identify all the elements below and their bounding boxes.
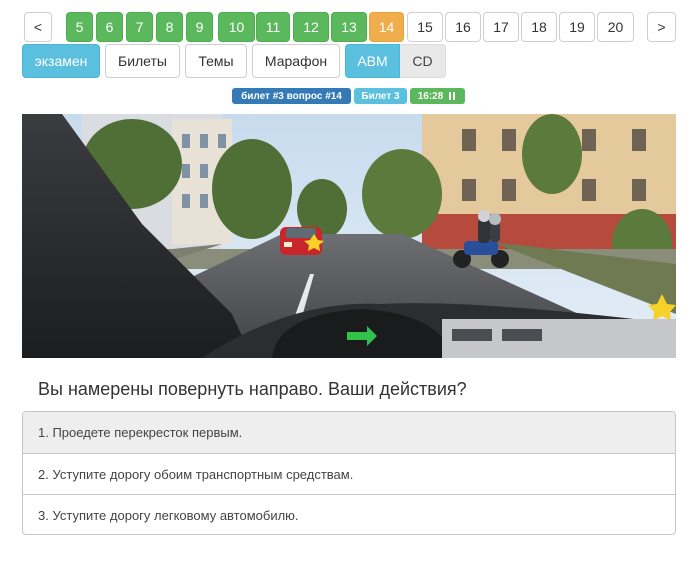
page-button-14-current[interactable]: 14 <box>369 12 404 42</box>
timer-badge: 16:28 <box>410 88 465 104</box>
page-button-15[interactable]: 15 <box>407 12 443 42</box>
exam-mode-button[interactable]: экзамен <box>22 44 100 78</box>
answer-list: 1. Проедете перекресток первым. 2. Уступ… <box>22 411 676 535</box>
road-scene-illustration <box>22 114 676 358</box>
question-text: Вы намерены повернуть направо. Ваши дейс… <box>38 379 467 399</box>
status-labels: билет #3 вопрос #14 Билет 3 16:28 <box>232 88 472 104</box>
timer-value: 16:28 <box>417 90 444 102</box>
page-button-20[interactable]: 20 <box>597 12 634 42</box>
ticket-badge: Билет 3 <box>354 88 407 104</box>
ticket-question-badge: билет #3 вопрос #14 <box>232 88 351 104</box>
page-button-8[interactable]: 8 <box>156 12 183 42</box>
page-button-13[interactable]: 13 <box>331 12 367 42</box>
page-button-7[interactable]: 7 <box>126 12 153 42</box>
page-button-11[interactable]: 11 <box>256 12 290 42</box>
page-button-17[interactable]: 17 <box>483 12 519 42</box>
answer-option-1[interactable]: 1. Проедете перекресток первым. <box>23 412 675 453</box>
prev-page-button[interactable]: < <box>24 12 52 42</box>
category-abm-button[interactable]: ABM <box>345 44 400 78</box>
answer-option-3[interactable]: 3. Уступите дорогу легковому автомобилю. <box>23 494 675 534</box>
page-button-18[interactable]: 18 <box>521 12 557 42</box>
page-button-16[interactable]: 16 <box>445 12 481 42</box>
question-image <box>22 114 676 358</box>
mode-toolbar: экзамен Билеты Темы Марафон ABM CD <box>22 44 452 78</box>
pause-icon <box>449 92 456 100</box>
page-button-5[interactable]: 5 <box>66 12 93 42</box>
category-cd-button[interactable]: CD <box>400 44 446 78</box>
question-pager: < 5 6 7 8 9 10 11 12 13 14 15 16 17 18 1… <box>24 12 676 42</box>
tickets-mode-button[interactable]: Билеты <box>105 44 180 78</box>
page-button-10[interactable]: 10 <box>218 12 255 42</box>
answer-option-2[interactable]: 2. Уступите дорогу обоим транспортным ср… <box>23 453 675 494</box>
page-button-12[interactable]: 12 <box>293 12 329 42</box>
page-button-19[interactable]: 19 <box>559 12 595 42</box>
next-page-button[interactable]: > <box>647 12 676 42</box>
page-button-6[interactable]: 6 <box>96 12 123 42</box>
page-button-9[interactable]: 9 <box>186 12 213 42</box>
topics-mode-button[interactable]: Темы <box>185 44 247 78</box>
marathon-mode-button[interactable]: Марафон <box>252 44 340 78</box>
